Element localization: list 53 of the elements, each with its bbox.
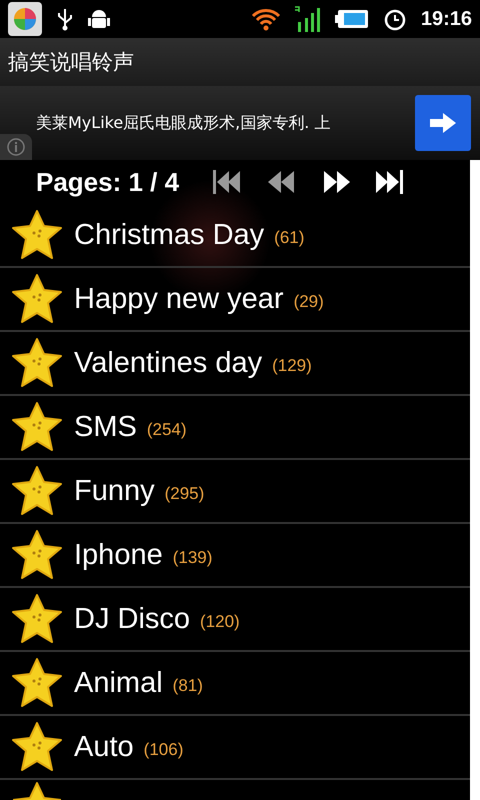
category-name: Animal: [74, 666, 163, 700]
clock-time: 19:16: [420, 8, 472, 30]
item-count: (129): [272, 356, 312, 376]
category-name: Iphone: [74, 538, 163, 572]
star-icon: [10, 336, 64, 390]
usb-icon: [56, 7, 74, 31]
app-title: 搞笑说唱铃声: [8, 49, 134, 76]
star-icon: [10, 208, 64, 262]
star-icon: [10, 720, 64, 774]
category-row[interactable]: Animal (81): [0, 652, 470, 716]
scrollbar[interactable]: [470, 160, 480, 800]
page-indicator: Pages: 1 / 4: [36, 166, 180, 198]
category-row[interactable]: Iphone (139): [0, 524, 470, 588]
star-icon: [10, 464, 64, 518]
category-name: Valentines day: [74, 346, 262, 380]
star-icon: [13, 780, 61, 800]
alarm-icon: [382, 7, 407, 31]
category-name: Happy new year: [74, 282, 284, 316]
star-icon: [10, 592, 64, 646]
signal-icon: [294, 6, 321, 32]
star-icon: [10, 272, 64, 326]
category-row[interactable]: SMS (254): [0, 396, 470, 460]
category-name: Funny: [74, 474, 155, 508]
category-name: DJ Disco: [74, 602, 190, 636]
category-name: Auto: [74, 730, 134, 764]
android-icon: [88, 7, 110, 31]
star-icon: [10, 656, 64, 710]
item-count: (81): [172, 676, 203, 696]
battery-icon: [334, 9, 369, 29]
ad-text[interactable]: 美莱MyLike屈氏电眼成形术,国家专利. 上: [0, 112, 415, 134]
item-count: (61): [274, 228, 304, 248]
wifi-icon: [250, 7, 281, 31]
ad-banner[interactable]: 美莱MyLike屈氏电眼成形术,国家专利. 上: [0, 86, 480, 160]
ad-arrow-button[interactable]: [415, 95, 471, 151]
app-icon: [8, 2, 42, 36]
arrow-icon: [428, 111, 458, 135]
category-row[interactable]: Valentines day (129): [0, 332, 470, 396]
item-count: (120): [200, 612, 240, 632]
category-row[interactable]: DJ Disco (120): [0, 588, 470, 652]
item-count: (295): [164, 484, 204, 504]
category-row[interactable]: Auto (106): [0, 716, 470, 780]
item-count: (29): [294, 292, 324, 312]
item-count: (106): [144, 740, 184, 760]
category-row[interactable]: Christmas Day (61): [0, 204, 470, 268]
info-icon[interactable]: [0, 134, 32, 160]
category-name: SMS: [74, 410, 137, 444]
star-icon: [10, 528, 64, 582]
category-row[interactable]: Happy new year (29): [0, 268, 470, 332]
item-count: (254): [146, 420, 187, 440]
star-icon: [10, 400, 64, 454]
category-name: Christmas Day: [74, 218, 264, 252]
item-count: (139): [172, 548, 212, 568]
category-row[interactable]: Funny (295): [0, 460, 470, 524]
